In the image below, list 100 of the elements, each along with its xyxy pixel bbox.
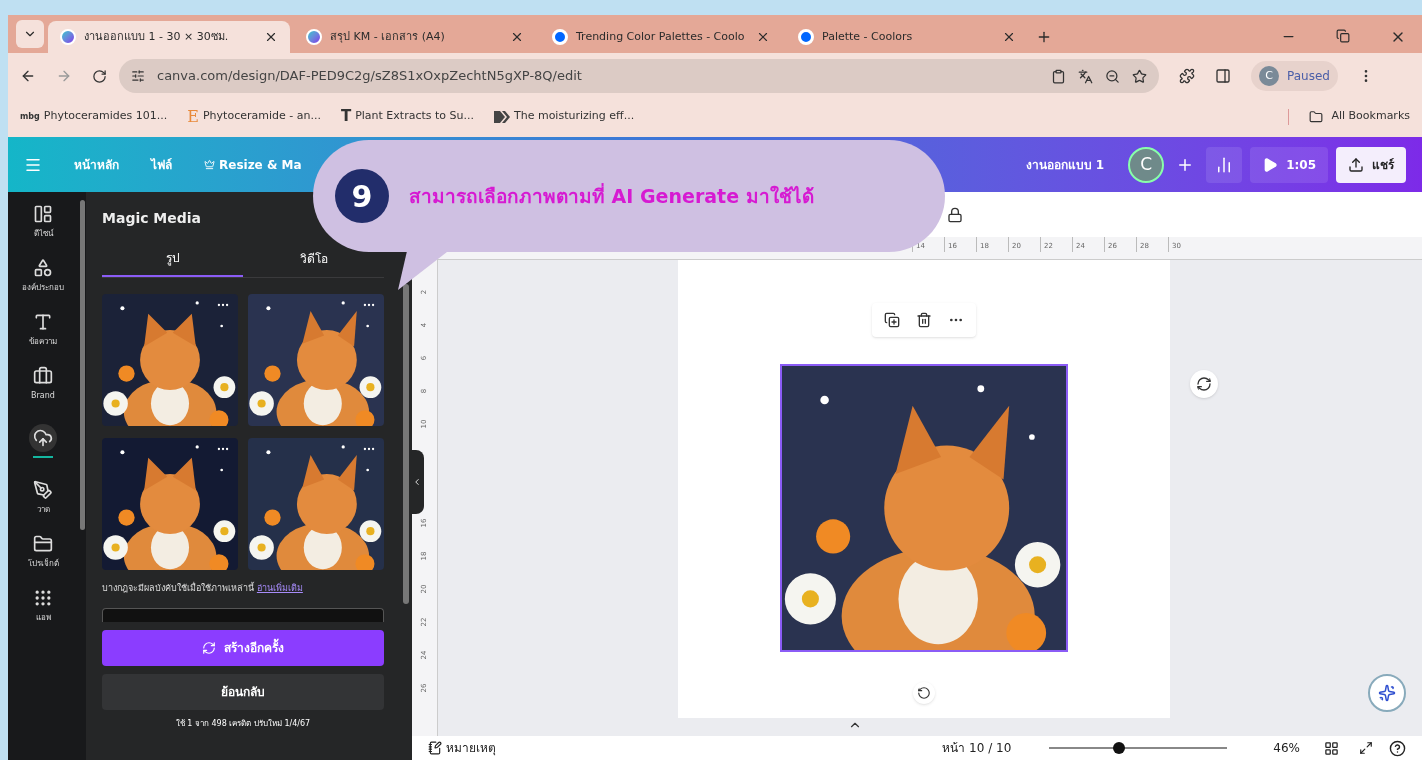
notes-icon: [428, 741, 442, 755]
close-icon[interactable]: [1002, 30, 1016, 44]
usage-notice: บางกฎจะมีผลบังคับใช้เมื่อใช้ภาพเหล่านี้ อ่านเพิ่มเติม: [102, 582, 304, 595]
panel-tab[interactable]: รูป: [102, 249, 243, 277]
tab-title: Trending Color Palettes - Coolo: [576, 28, 746, 45]
browser-tab[interactable]: Trending Color Palettes - Coolo: [540, 21, 782, 53]
reload-icon[interactable]: [92, 68, 107, 84]
notes-button[interactable]: หมายเหตุ: [428, 739, 496, 757]
bookmark[interactable]: T Plant Extracts to Su...: [340, 105, 474, 128]
tab-title: งานออกแบบ 1 - 30 × 30ซม.: [84, 28, 230, 45]
browser-tab[interactable]: Palette - Coolors: [786, 21, 1028, 53]
browser-tab[interactable]: สรุป KM - เอกสาร (A4): [294, 21, 536, 53]
translate-icon[interactable]: [1078, 68, 1093, 84]
sidebar-label: ดีไซน์: [33, 228, 53, 240]
play-icon: [1262, 156, 1279, 173]
fullscreen-icon[interactable]: [1359, 741, 1373, 755]
extensions-icon[interactable]: [1179, 68, 1195, 84]
site-settings-icon[interactable]: [131, 69, 145, 83]
regenerate-button[interactable]: สร้างอีกครั้ง: [102, 629, 384, 666]
clipboard-icon[interactable]: [1051, 68, 1066, 84]
sidebar-item[interactable]: แอพ: [13, 588, 73, 624]
upload-icon: [29, 424, 57, 452]
sidebar-item[interactable]: องค์ประกอบ: [13, 258, 73, 294]
slider-thumb[interactable]: [1113, 742, 1126, 754]
delete-icon[interactable]: [916, 312, 932, 328]
browser-tab[interactable]: งานออกแบบ 1 - 30 × 30ซม.: [48, 21, 290, 53]
grid-view-icon[interactable]: [1324, 740, 1339, 756]
sidebar-label: Brand: [31, 390, 55, 402]
refresh-icon: [202, 640, 216, 655]
design-title[interactable]: งานออกแบบ 1: [1025, 155, 1105, 174]
zoom-icon[interactable]: [1105, 68, 1120, 84]
lock-icon[interactable]: [947, 206, 963, 223]
sidebar-item[interactable]: ข้อความ: [13, 312, 73, 348]
draw-icon: [33, 480, 53, 500]
panel-title: Magic Media: [102, 209, 203, 228]
elements-icon: [33, 258, 53, 278]
sidebar-label: วาด: [36, 504, 50, 516]
chevron-left-icon: [412, 477, 422, 487]
zoom-level[interactable]: 46%: [1273, 739, 1300, 757]
credits-text: ใช้ 1 จาก 498 เครดิต ปรับใหม่ 1/4/67: [174, 717, 312, 730]
restore-icon[interactable]: [1336, 29, 1350, 43]
app-logo-icon: [552, 29, 568, 45]
tab-title: Palette - Coolors: [822, 28, 914, 45]
read-more-link[interactable]: อ่านเพิ่มเติม: [256, 583, 303, 593]
callout-text: สามารถเลือกภาพตามที่ AI Generate มาใช้ได้: [409, 182, 814, 209]
collapse-panel-handle[interactable]: [412, 450, 424, 514]
panel-tab[interactable]: วิดีโอ: [243, 249, 384, 277]
app-logo-icon: [60, 29, 76, 45]
back-button[interactable]: ย้อนกลับ: [102, 673, 384, 710]
profile-button[interactable]: C Paused: [1251, 61, 1338, 91]
duplicate-icon[interactable]: [884, 312, 900, 328]
back-icon[interactable]: [20, 68, 36, 84]
close-icon[interactable]: [510, 30, 524, 44]
insights-button[interactable]: [1206, 146, 1243, 183]
present-button[interactable]: 1:05: [1250, 146, 1328, 183]
scrollbar[interactable]: [79, 200, 85, 530]
scrollbar[interactable]: [403, 284, 409, 604]
help-icon[interactable]: [1389, 739, 1406, 757]
bookmark-favicon: T: [340, 106, 352, 128]
new-tab-icon[interactable]: [1036, 29, 1052, 45]
app-logo-icon: [798, 29, 814, 45]
sidebar-item[interactable]: วาด: [13, 480, 73, 516]
user-avatar[interactable]: C: [1128, 146, 1165, 183]
close-icon[interactable]: [756, 30, 770, 44]
design-icon: [33, 204, 53, 224]
sidebar-label: แอพ: [35, 612, 51, 624]
side-panel-icon[interactable]: [1215, 68, 1231, 84]
bookmark[interactable]: E Phytoceramide - an...: [187, 104, 321, 129]
share-button[interactable]: แชร์: [1336, 146, 1406, 183]
projects-icon: [33, 534, 53, 554]
all-bookmarks-label: All Bookmarks: [1331, 108, 1410, 125]
all-bookmarks-button[interactable]: All Bookmarks: [1309, 108, 1410, 125]
sidebar-item[interactable]: Brand: [13, 366, 73, 402]
page-indicator[interactable]: หน้า 10 / 10: [942, 739, 1012, 757]
refresh-icon[interactable]: [1190, 370, 1218, 398]
sidebar-item[interactable]: โปรเจ็กต์: [13, 534, 73, 570]
brand-icon: [33, 366, 53, 386]
rotate-icon[interactable]: [913, 682, 935, 704]
step-number: 9: [335, 169, 389, 223]
url-text: canva.com/design/DAF-PED9C2g/sZ8S1xOxpZechtN5gXP-8Q/edit: [157, 67, 583, 86]
bookmark-star-icon[interactable]: [1132, 68, 1147, 84]
address-bar[interactable]: canva.com/design/DAF-PED9C2g/sZ8S1xOxpZechtN5gXP-8Q/edit: [119, 59, 1159, 93]
prompt-field[interactable]: [102, 607, 384, 622]
bookmark-label: Plant Extracts to Su...: [355, 108, 474, 125]
close-icon[interactable]: [264, 30, 278, 44]
magic-assistant-icon[interactable]: [1368, 674, 1406, 712]
bookmark-favicon: mbg: [20, 110, 40, 123]
bookmark[interactable]: mbg Phytoceramides 101...: [20, 108, 168, 125]
bookmark-label: Phytoceramides 101...: [43, 108, 168, 125]
bookmark-label: Phytoceramide - an...: [202, 108, 321, 125]
bookmark-favicon: E: [187, 105, 199, 128]
share-icon: [1348, 156, 1364, 173]
bookmark-favicon-icon: [493, 110, 510, 123]
folder-icon: [1309, 109, 1324, 124]
app-logo-icon: [306, 29, 322, 45]
sidebar-item[interactable]: ดีไซน์: [13, 204, 73, 240]
sidebar-label: องค์ประกอบ: [22, 282, 64, 294]
crown-icon: [204, 159, 215, 170]
profile-status: Paused: [1287, 68, 1330, 85]
apps-icon: [33, 588, 53, 608]
